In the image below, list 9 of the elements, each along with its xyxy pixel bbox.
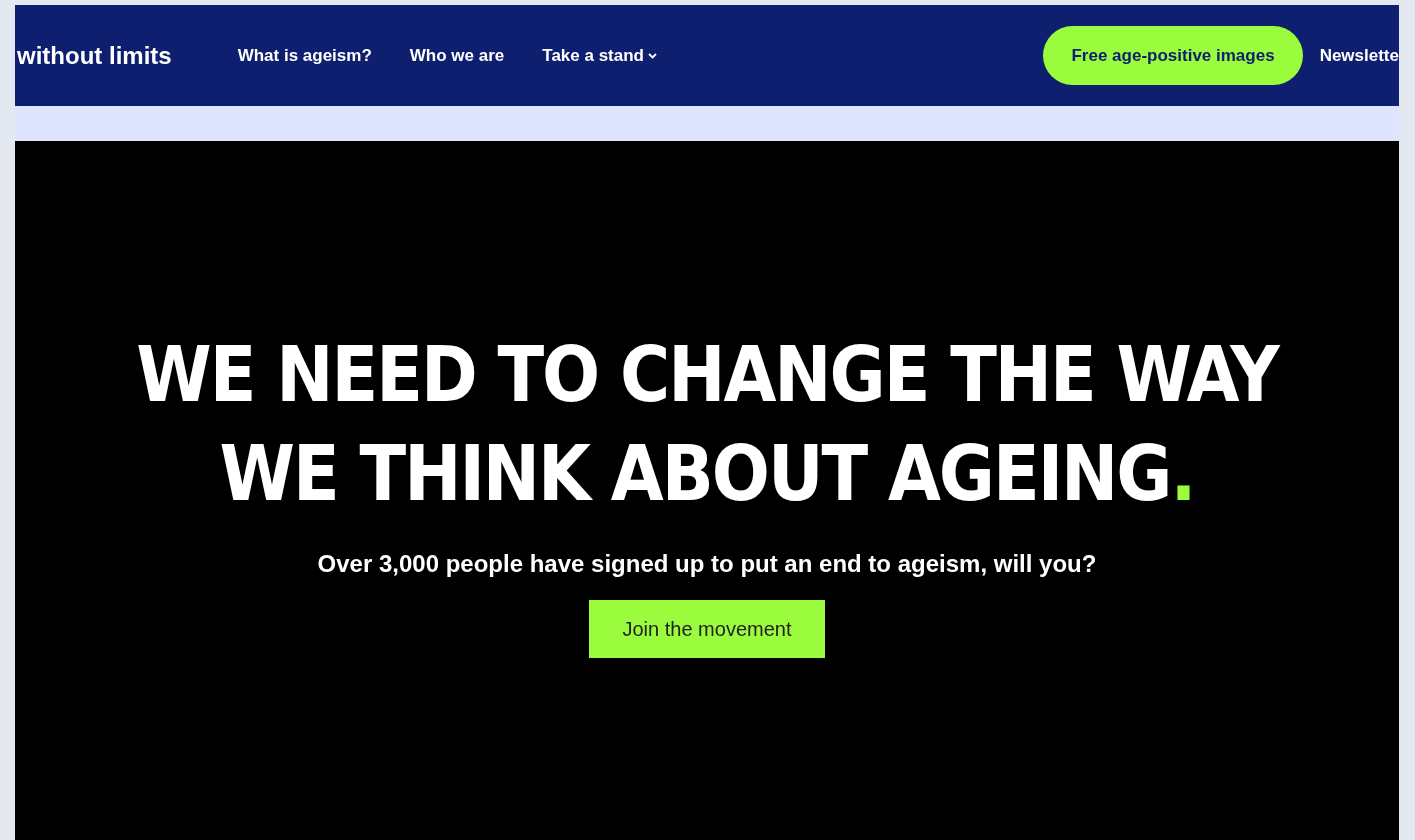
nav-link[interactable]: What is ageism? [237,42,372,69]
nav-link[interactable]: Newslette [1319,42,1399,69]
nav-link[interactable]: Take a stand [542,42,657,69]
cta-button[interactable]: Free age-positive images [1043,25,1303,86]
nav-link[interactable]: Who we are [409,42,505,69]
site-logo[interactable]: without limits [17,37,172,74]
headline: WE NEED TO CHANGE THE WAY WE THINK ABOUT AGEING. [136,329,1278,520]
subtitle: Over 3,000 people have signed up to put an end to ageism, will you? [317,548,1097,579]
join-button[interactable]: Join the movement [588,599,826,658]
